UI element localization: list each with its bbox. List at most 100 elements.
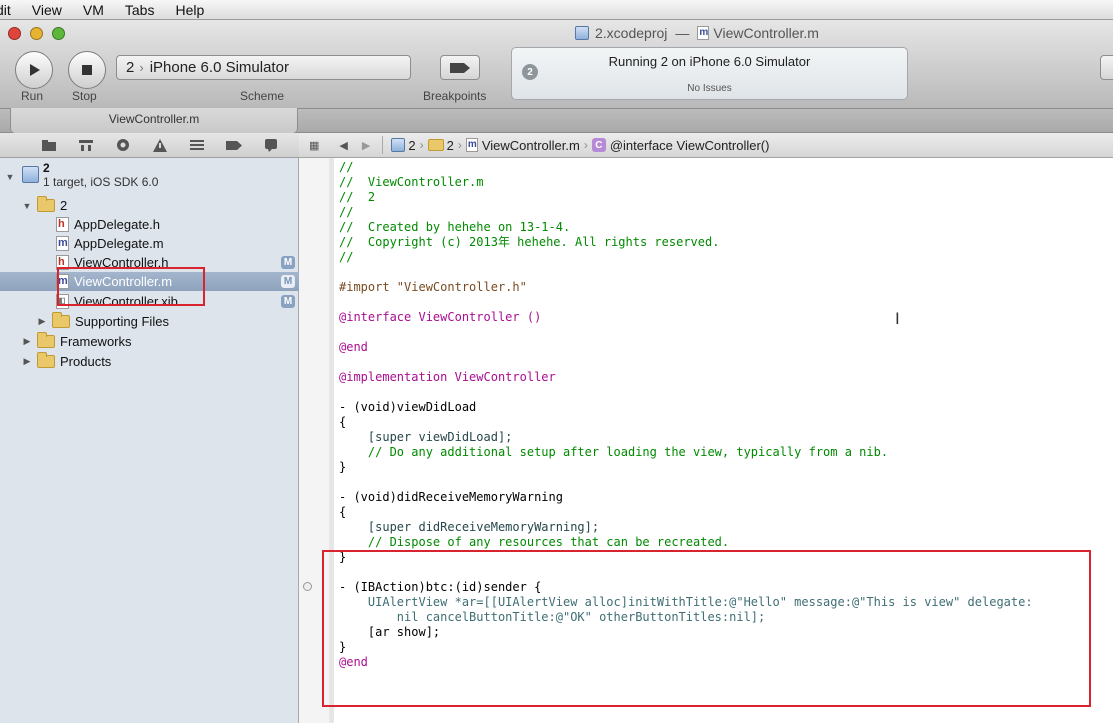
warning-icon [152,138,167,152]
folder-icon [427,139,444,151]
activity-status: Running 2 on iPhone 6.0 Simulator [608,54,811,69]
nav-item-appdelegate-m[interactable]: m AppDelegate.m [0,234,299,253]
window-title-separator: — [675,25,690,41]
play-icon [30,64,40,76]
minimize-window-button[interactable] [30,27,43,40]
code-line: // Dispose of any resources that can be … [339,535,730,549]
jump-bar-group[interactable]: 2 [427,137,454,153]
breakpoints-label: Breakpoints [423,89,487,103]
list-icon [189,140,204,150]
code-line: // Copyright (c) 2013年 hehehe. All right… [339,235,720,249]
project-root[interactable]: ▼ 2 1 target, iOS SDK 6.0 [0,161,299,193]
jump-bar-symbol-label: @interface ViewController() [609,137,770,153]
code-line: // Created by hehehe on 13-1-4. [339,220,571,234]
hierarchy-icon [78,139,93,151]
disclosure-open-icon[interactable]: ▼ [5,172,15,182]
code-line: [super didReceiveMemoryWarning]; [339,520,600,534]
chevron-right-icon: › [457,138,462,152]
modified-badge: M [281,256,295,269]
navigator-selector-bar [0,133,299,158]
folder-icon [41,139,56,151]
tab-viewcontroller-m[interactable]: ViewController.m [10,108,298,133]
project-icon [22,166,39,183]
issue-navigator-button[interactable] [141,133,178,158]
jump-bar-divider [382,136,384,154]
search-icon [116,139,129,151]
editor-mode-button[interactable] [1100,55,1113,80]
log-navigator-button[interactable] [252,133,289,158]
menu-help[interactable]: Help [164,2,214,18]
project-icon [391,138,406,152]
stop-icon [82,65,92,75]
breakpoint-icon [225,140,242,150]
code-line: // [339,205,354,219]
jump-bar: ▦ ◀ ▶ 2 › 2 › m ViewController.m › C @in… [299,133,1113,158]
code-line: @end [339,340,368,354]
nav-item-frameworks[interactable]: ▶ Frameworks [0,332,299,351]
menu-vm[interactable]: VM [72,2,114,18]
nav-item-label: Supporting Files [75,314,169,329]
folder-icon [37,332,55,348]
back-arrow-icon[interactable]: ◀ [339,139,347,152]
breakpoint-navigator-button[interactable] [215,133,252,158]
activity-viewer: 2 Running 2 on iPhone 6.0 Simulator No I… [511,47,908,100]
forward-arrow-icon[interactable]: ▶ [362,139,370,152]
folder-icon [52,312,70,328]
chevron-right-icon: › [139,60,144,75]
nav-item-products[interactable]: ▶ Products [0,352,299,371]
jump-bar-project-label: 2 [408,137,416,153]
m-file-icon: m [465,138,478,152]
scheme-label: Scheme [240,89,285,103]
nav-item-label: AppDelegate.m [74,236,164,251]
menu-view[interactable]: View [21,2,72,18]
related-items-icon[interactable]: ▦ [309,139,319,152]
debug-navigator-button[interactable] [178,133,215,158]
jump-bar-file[interactable]: m ViewController.m [465,137,580,153]
highlight-box-selected-file [57,267,205,306]
code-line: [super viewDidLoad]; [339,430,513,444]
symbol-navigator-button[interactable] [67,133,104,158]
chevron-right-icon: › [583,138,588,152]
nav-item-appdelegate-h[interactable]: h AppDelegate.h [0,215,299,234]
nav-item-supporting-files[interactable]: ▶ Supporting Files [0,312,299,331]
menu-edit[interactable]: dit [0,2,21,18]
run-button[interactable] [15,51,53,89]
stop-button[interactable] [68,51,106,89]
search-navigator-button[interactable] [104,133,141,158]
folder-icon [37,196,55,212]
disclosure-closed-icon[interactable]: ▶ [37,316,47,327]
zoom-window-button[interactable] [52,27,65,40]
connection-circle-icon[interactable] [303,582,312,591]
jump-bar-file-label: ViewController.m [481,137,580,153]
project-navigator-button[interactable] [30,133,67,158]
code-line: { [339,415,347,429]
disclosure-closed-icon[interactable]: ▶ [22,356,32,367]
tab-bar: ViewController.m [0,108,1113,133]
modified-badge: M [281,275,295,288]
activity-issues[interactable]: No Issues [512,83,907,94]
code-line: // ViewController.m [339,175,484,189]
breakpoints-button[interactable] [440,55,480,80]
code-line: // [339,250,354,264]
scheme-device: iPhone 6.0 Simulator [149,59,289,76]
close-window-button[interactable] [8,27,21,40]
disclosure-open-icon[interactable]: ▼ [22,201,32,211]
jump-bar-group-label: 2 [446,137,454,153]
nav-item-group-2[interactable]: ▼ 2 [0,196,299,215]
scheme-popup[interactable]: 2 › iPhone 6.0 Simulator [116,55,411,80]
stop-label: Stop [72,89,97,103]
nav-item-label: AppDelegate.h [74,217,161,232]
code-line: } [339,460,347,474]
chevron-right-icon: › [419,138,424,152]
menu-tabs[interactable]: Tabs [114,2,165,18]
project-name: 2 [43,161,50,175]
code-line: // [339,160,354,174]
jump-bar-symbol[interactable]: C @interface ViewController() [591,137,770,153]
jump-bar-project[interactable]: 2 [391,137,416,153]
disclosure-closed-icon[interactable]: ▶ [22,336,32,347]
